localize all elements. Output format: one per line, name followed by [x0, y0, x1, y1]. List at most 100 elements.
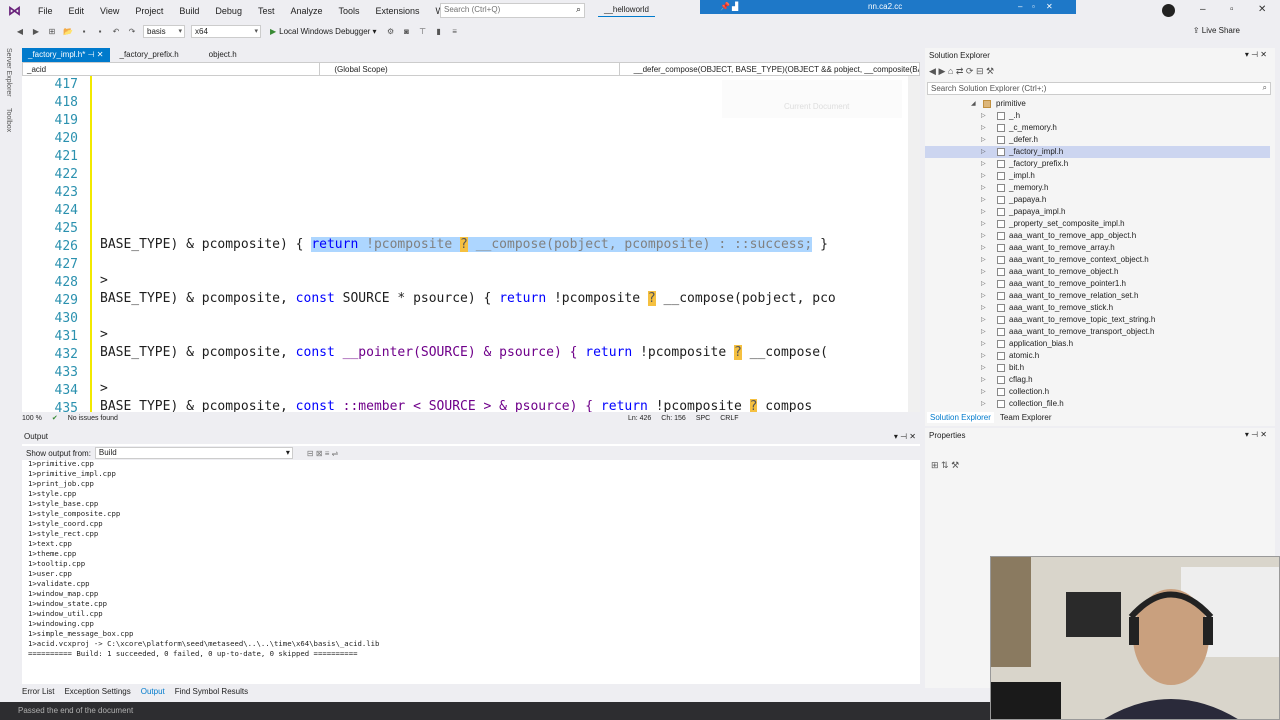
- sync-icon[interactable]: ⟳: [966, 66, 974, 76]
- expand-arrow-icon[interactable]: ▷: [981, 134, 986, 146]
- tree-file-item[interactable]: ▷ _impl.h: [925, 170, 1270, 182]
- member-dropdown[interactable]: __defer_compose(OBJECT, BASE_TYPE)(OBJEC…: [620, 63, 919, 75]
- tree-file-item[interactable]: ▷ _.h: [925, 110, 1270, 122]
- expand-arrow-icon[interactable]: ▷: [981, 302, 986, 314]
- output-source-select[interactable]: Build ▾: [94, 447, 293, 459]
- tree-file-item[interactable]: ▷ _papaya.h: [925, 194, 1270, 206]
- categorized-icon[interactable]: ⊞ ⇅ ⚒: [931, 460, 959, 471]
- menu-project[interactable]: Project: [127, 0, 171, 22]
- tab-solution-explorer[interactable]: Solution Explorer: [927, 412, 994, 423]
- hierarchy-icon[interactable]: ⊤: [417, 27, 429, 36]
- undo-icon[interactable]: ↶: [110, 27, 122, 36]
- expand-arrow-icon[interactable]: ▷: [981, 170, 986, 182]
- menu-extensions[interactable]: Extensions: [368, 0, 428, 22]
- tree-file-item[interactable]: ▷ _c_memory.h: [925, 122, 1270, 134]
- open-icon[interactable]: 📂: [62, 27, 74, 36]
- tree-file-item[interactable]: ▷ aaa_want_to_remove_array.h: [925, 242, 1270, 254]
- camera-icon[interactable]: ◙: [401, 27, 413, 36]
- toolbox-tab[interactable]: Toolbox: [5, 108, 12, 132]
- menu-edit[interactable]: Edit: [61, 0, 93, 22]
- remote-close-icon[interactable]: ✕: [1046, 2, 1053, 11]
- code-editor[interactable]: BASE_TYPE) & pcomposite) { return !pcomp…: [22, 76, 920, 412]
- zoom-level[interactable]: 100 %: [22, 415, 42, 422]
- expand-arrow-icon[interactable]: ▷: [981, 314, 986, 326]
- expand-arrow-icon[interactable]: ▷: [981, 290, 986, 302]
- start-debugger-button[interactable]: ▶ Local Windows Debugger ▾: [270, 27, 377, 36]
- close-icon[interactable]: ✕: [1258, 4, 1266, 15]
- expand-arrow-icon[interactable]: ▷: [981, 374, 986, 386]
- expand-arrow-icon[interactable]: ▷: [981, 326, 986, 338]
- tree-file-item[interactable]: ▷ aaa_want_to_remove_relation_set.h: [925, 290, 1270, 302]
- expand-arrow-icon[interactable]: ▷: [981, 398, 986, 410]
- platform-select[interactable]: x64: [191, 24, 261, 38]
- output-toolbar-icons[interactable]: ⊟ ⊠ ≡ ⇌: [307, 449, 338, 458]
- tree-folder-primitive[interactable]: ◢ primitive: [925, 98, 1270, 110]
- redo-icon[interactable]: ↷: [126, 27, 138, 36]
- code-line-426[interactable]: BASE_TYPE) & pcomposite) { return !pcomp…: [100, 237, 828, 252]
- tree-file-item[interactable]: ▷ collection.h: [925, 386, 1270, 398]
- expand-arrow-icon[interactable]: ▷: [981, 230, 986, 242]
- tree-file-item[interactable]: ▷ aaa_want_to_remove_topic_text_string.h: [925, 314, 1270, 326]
- back-icon[interactable]: ◀: [14, 27, 26, 36]
- attach-icon[interactable]: ⚙: [385, 27, 397, 36]
- minimize-icon[interactable]: –: [1200, 4, 1206, 15]
- close-icon[interactable]: ✕: [97, 50, 104, 59]
- panel-controls-icon[interactable]: ▾ ⊣ ✕: [1245, 430, 1267, 439]
- expand-arrow-icon[interactable]: ▷: [981, 254, 986, 266]
- restore-icon[interactable]: ▫: [1230, 4, 1234, 15]
- tree-file-item[interactable]: ▷ _factory_impl.h: [925, 146, 1270, 158]
- remote-restore-icon[interactable]: ▫: [1032, 2, 1035, 11]
- tree-file-item[interactable]: ▷ cflag.h: [925, 374, 1270, 386]
- scope-dropdown[interactable]: (Global Scope): [320, 63, 620, 75]
- collapse-icon[interactable]: ⊟: [976, 66, 984, 76]
- expand-arrow-icon[interactable]: ▷: [981, 146, 986, 158]
- editor-vertical-scrollbar[interactable]: [908, 76, 920, 412]
- expand-arrow-icon[interactable]: ▷: [981, 122, 986, 134]
- server-explorer-tab[interactable]: Server Explorer: [5, 48, 12, 97]
- menu-analyze[interactable]: Analyze: [282, 0, 330, 22]
- menu-file[interactable]: File: [30, 0, 61, 22]
- expand-arrow-icon[interactable]: ▷: [981, 182, 986, 194]
- tree-file-item[interactable]: ▷ _property_set_composite_impl.h: [925, 218, 1270, 230]
- home-icon[interactable]: ⌂: [948, 66, 953, 76]
- tree-file-item[interactable]: ▷ bit.h: [925, 362, 1270, 374]
- panel-controls-icon[interactable]: ▾ ⊣ ✕: [1245, 50, 1267, 59]
- panel-controls-icon[interactable]: ▾ ⊣ ✕: [894, 432, 916, 441]
- expand-arrow-icon[interactable]: ▷: [981, 350, 986, 362]
- forward-icon[interactable]: ▶: [30, 27, 42, 36]
- tab-find-symbol-results[interactable]: Find Symbol Results: [175, 687, 248, 699]
- expand-arrow-icon[interactable]: ▷: [981, 362, 986, 374]
- tree-file-item[interactable]: ▷ aaa_want_to_remove_app_object.h: [925, 230, 1270, 242]
- expand-arrow-icon[interactable]: ▷: [981, 266, 986, 278]
- avatar[interactable]: [1162, 4, 1175, 17]
- properties-icon[interactable]: ⚒: [986, 66, 994, 76]
- tree-file-item[interactable]: ▷ aaa_want_to_remove_transport_object.h: [925, 326, 1270, 338]
- forward-icon[interactable]: ▶: [938, 66, 945, 76]
- tree-file-item[interactable]: ▷ application_bias.h: [925, 338, 1270, 350]
- expand-arrow-icon[interactable]: ▷: [981, 206, 986, 218]
- tab-team-explorer[interactable]: Team Explorer: [997, 412, 1055, 423]
- code-line-431[interactable]: >: [100, 327, 108, 342]
- code-line-434[interactable]: >: [100, 381, 108, 396]
- tab-exception-settings[interactable]: Exception Settings: [64, 687, 130, 699]
- code-line-428[interactable]: >: [100, 273, 108, 288]
- tree-file-item[interactable]: ▷ aaa_want_to_remove_object.h: [925, 266, 1270, 278]
- expand-arrow-icon[interactable]: ▷: [981, 194, 986, 206]
- menu-build[interactable]: Build: [171, 0, 207, 22]
- expand-arrow-icon[interactable]: ▷: [981, 386, 986, 398]
- code-line-435[interactable]: BASE_TYPE) & pcomposite, const ::member …: [100, 399, 812, 412]
- remote-minimize-icon[interactable]: –: [1018, 2, 1022, 11]
- find-widget[interactable]: Current Document: [722, 80, 902, 118]
- code-line-432[interactable]: BASE_TYPE) & pcomposite, const __pointer…: [100, 345, 828, 360]
- tab-factory-prefix[interactable]: _factory_prefix.h: [114, 48, 185, 62]
- save-icon[interactable]: ▪: [78, 27, 90, 36]
- save-all-icon[interactable]: ▪: [94, 27, 106, 36]
- tab-error-list[interactable]: Error List: [22, 687, 54, 699]
- expand-arrow-icon[interactable]: ▷: [981, 218, 986, 230]
- switch-views-icon[interactable]: ⇄: [956, 66, 964, 76]
- back-icon[interactable]: ◀: [929, 66, 936, 76]
- tree-file-item[interactable]: ▷ _factory_prefix.h: [925, 158, 1270, 170]
- output-text[interactable]: 1>primitive.cpp 1>primitive_impl.cpp 1>pri…: [28, 459, 379, 659]
- tree-file-item[interactable]: ▷ aaa_want_to_remove_pointer1.h: [925, 278, 1270, 290]
- menu-tools[interactable]: Tools: [331, 0, 368, 22]
